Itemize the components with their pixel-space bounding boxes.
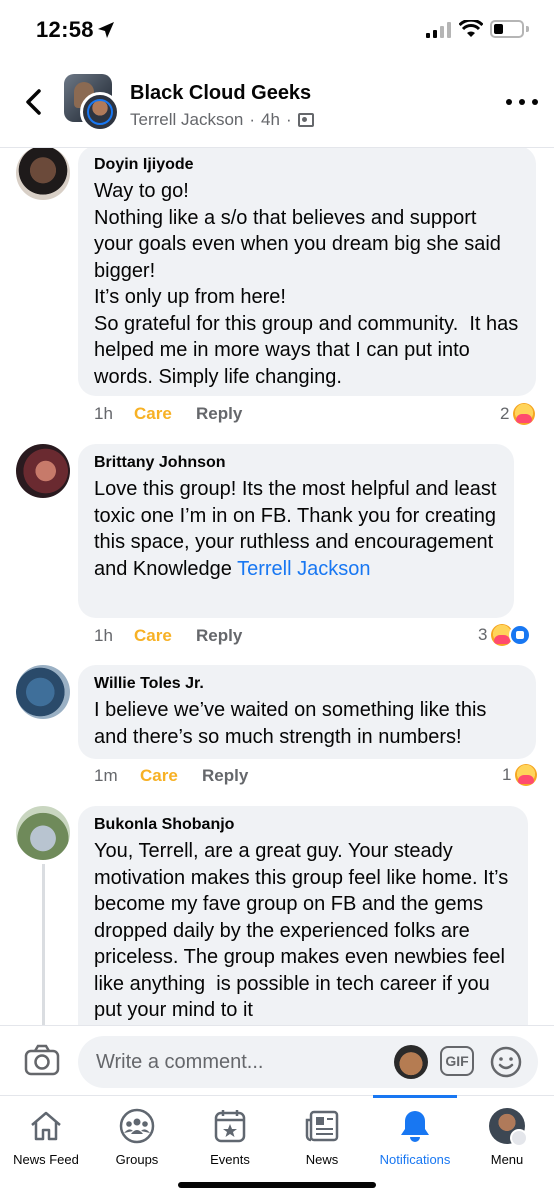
status-time: 12:58 — [36, 17, 94, 42]
reaction-count: 3 — [478, 625, 488, 644]
news-icon — [304, 1108, 340, 1144]
tab-news-feed[interactable]: News Feed — [0, 1096, 92, 1172]
comment-time: 1h — [94, 404, 113, 423]
care-reaction-icon — [513, 403, 536, 425]
events-icon — [212, 1108, 248, 1144]
tab-label: Groups — [115, 1152, 159, 1167]
tab-label: News Feed — [13, 1152, 79, 1167]
status-bar: 12:58 — [0, 0, 554, 62]
like-reaction-icon — [509, 624, 532, 646]
emoji-icon — [490, 1046, 522, 1078]
meta-separator: · — [249, 110, 256, 129]
profile-avatar — [489, 1108, 528, 1147]
comment-author[interactable]: Willie Toles Jr. — [94, 675, 520, 693]
care-reaction-icon — [515, 764, 538, 786]
back-button[interactable] — [18, 84, 48, 120]
tab-menu[interactable]: Menu — [461, 1096, 553, 1172]
comment-actions: 1m Care Reply — [94, 766, 248, 786]
tab-label: Menu — [490, 1152, 524, 1167]
commenter-avatar[interactable] — [16, 444, 70, 498]
post-time: 4h — [261, 110, 280, 129]
reaction-count: 2 — [500, 404, 510, 423]
tab-news[interactable]: News — [276, 1096, 368, 1172]
tab-groups[interactable]: Groups — [91, 1096, 183, 1172]
mention-link[interactable]: Terrell Jackson — [237, 558, 370, 580]
tab-events[interactable]: Events — [184, 1096, 276, 1172]
comment-actions: 1h Care Reply — [94, 404, 242, 424]
comment-time: 1m — [94, 766, 118, 785]
camera-icon — [24, 1044, 60, 1076]
comments-list[interactable]: Doyin Ijiyode Way to go! Nothing like a … — [0, 148, 554, 1025]
reaction-button[interactable]: Care — [140, 766, 202, 786]
comment-composer: GIF — [0, 1025, 554, 1095]
gif-button[interactable]: GIF — [440, 1046, 474, 1076]
reply-thread-line — [42, 864, 45, 1025]
comment-author[interactable]: Doyin Ijiyode — [94, 156, 520, 174]
battery-icon — [490, 20, 524, 38]
comment-text: Love this group! Its the most helpful an… — [94, 476, 498, 582]
emoji-button[interactable] — [490, 1046, 522, 1078]
more-options-button[interactable] — [506, 92, 538, 112]
commenter-avatar[interactable] — [16, 806, 70, 860]
battery-cap — [526, 26, 529, 32]
members-privacy-icon — [297, 113, 314, 127]
comment-author[interactable]: Brittany Johnson — [94, 454, 498, 472]
poster-avatar[interactable] — [80, 92, 120, 132]
menu-profile-avatar — [489, 1108, 528, 1147]
meta-separator: · — [285, 110, 292, 129]
dot-icon — [519, 99, 525, 105]
tab-label: Events — [210, 1152, 250, 1167]
group-name[interactable]: Black Cloud Geeks — [130, 82, 311, 105]
reply-button[interactable]: Reply — [196, 404, 242, 424]
comment-time: 1h — [94, 626, 113, 645]
reaction-button[interactable]: Care — [134, 626, 196, 646]
reply-button[interactable]: Reply — [202, 766, 248, 786]
comment-bubble[interactable]: Bukonla Shobanjo You, Terrell, are a gre… — [78, 806, 528, 1025]
reaction-summary[interactable]: 2 — [500, 403, 536, 425]
tab-notifications[interactable]: Notifications — [369, 1096, 461, 1172]
reaction-button[interactable]: Care — [134, 404, 196, 424]
commenter-avatar[interactable] — [16, 148, 70, 200]
reaction-count: 1 — [502, 765, 512, 784]
location-arrow-icon — [98, 22, 114, 38]
tab-label: Notifications — [379, 1152, 451, 1167]
reply-button[interactable]: Reply — [196, 626, 242, 646]
commenter-avatar[interactable] — [16, 665, 70, 719]
dot-icon — [532, 99, 538, 105]
comment-text: You, Terrell, are a great guy. Your stea… — [94, 840, 514, 1021]
comment-bubble[interactable]: Willie Toles Jr. I believe we’ve waited … — [78, 665, 536, 759]
comment-bubble[interactable]: Brittany Johnson Love this group! Its th… — [78, 444, 514, 618]
home-icon — [28, 1108, 64, 1144]
comment-text: Way to go! Nothing like a s/o that belie… — [94, 180, 519, 388]
dot-icon — [506, 99, 512, 105]
reaction-summary[interactable]: 3 — [478, 624, 532, 646]
reaction-summary[interactable]: 1 — [502, 764, 538, 786]
comment-author[interactable]: Bukonla Shobanjo — [94, 816, 512, 834]
avatar-sticker-button[interactable] — [394, 1045, 428, 1079]
comment-bubble[interactable]: Doyin Ijiyode Way to go! Nothing like a … — [78, 148, 536, 396]
comment-text: I believe we’ve waited on something like… — [94, 699, 492, 748]
poster-name[interactable]: Terrell Jackson — [130, 110, 243, 130]
bell-icon — [397, 1108, 433, 1144]
post-meta: Terrell Jackson · 4h · — [130, 110, 314, 130]
groups-icon — [119, 1108, 155, 1144]
camera-button[interactable] — [24, 1044, 60, 1076]
post-header: Black Cloud Geeks Terrell Jackson · 4h · — [0, 62, 554, 148]
cellular-signal-icon — [426, 22, 451, 38]
tab-label: News — [305, 1152, 339, 1167]
wifi-icon — [459, 20, 483, 37]
comment-actions: 1h Care Reply — [94, 626, 242, 646]
chevron-left-icon — [26, 89, 41, 115]
home-indicator[interactable] — [178, 1182, 376, 1188]
